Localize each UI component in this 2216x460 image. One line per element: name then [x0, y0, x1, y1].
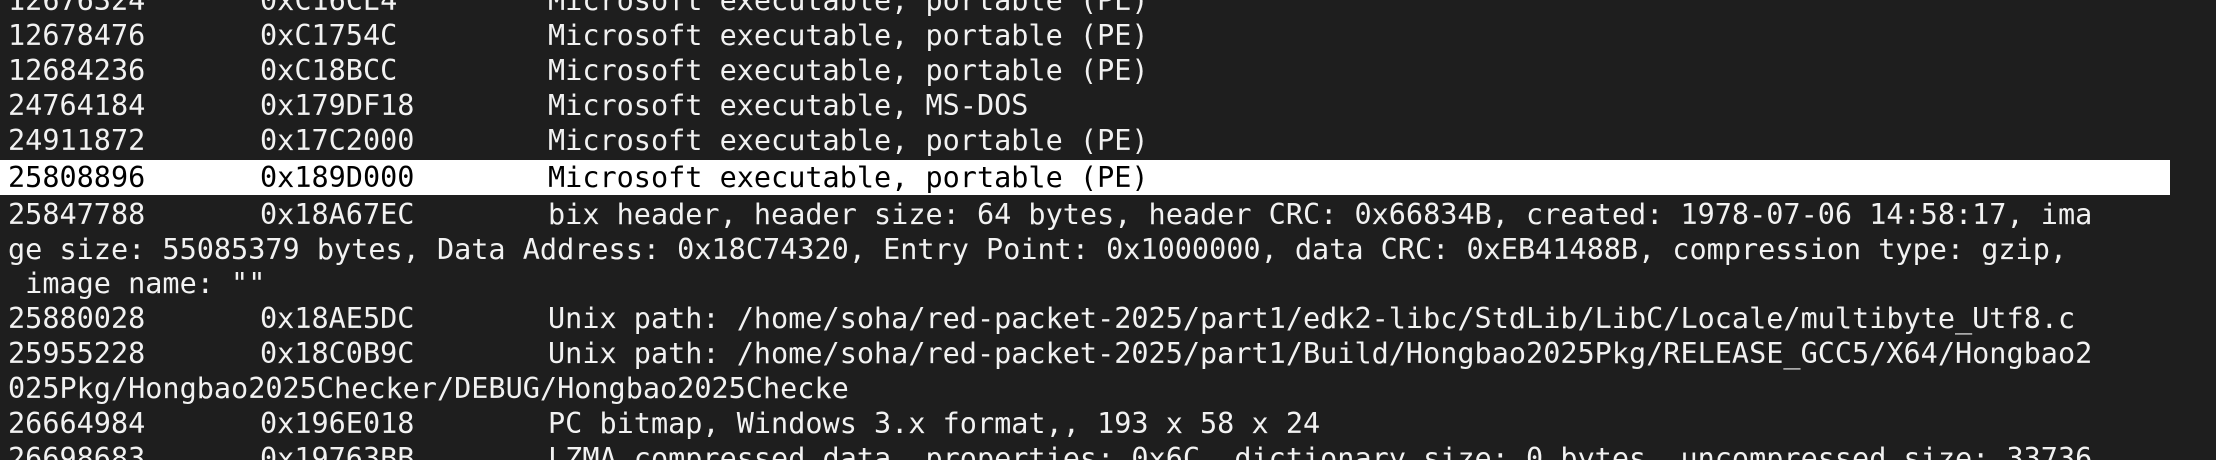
scan-row: 12678476 0xC1754C Microsoft executable, …	[0, 18, 2170, 53]
scan-row: 26698683 0x19763BB LZMA compressed data,…	[0, 441, 2170, 460]
wrapped-line: ge size: 55085379 bytes, Data Address: 0…	[0, 232, 2170, 267]
wrapped-description: ge size: 55085379 bytes, Data Address: 0…	[8, 233, 2068, 266]
wrapped-line: 025Pkg/Hongbao2025Checker/DEBUG/Hongbao2…	[0, 371, 2170, 406]
hex-offset: 0xC1754C	[260, 19, 398, 52]
scan-row: 25955228 0x18C0B9C Unix path: /home/soha…	[0, 336, 2170, 371]
scan-row: 25847788 0x18A67EC bix header, header si…	[0, 197, 2170, 232]
hex-offset: 0x196E018	[260, 407, 415, 440]
scan-row: 12676324 0xC16CE4 Microsoft executable, …	[0, 0, 2170, 18]
hex-offset: 0xC16CE4	[260, 0, 398, 17]
signature-description: Microsoft executable, portable (PE)	[548, 124, 1149, 157]
decimal-offset: 26698683	[8, 442, 146, 460]
hex-offset: 0x18AE5DC	[260, 302, 415, 335]
signature-description: Microsoft executable, portable (PE)	[548, 161, 1149, 194]
hex-offset: 0x189D000	[260, 161, 415, 194]
wrapped-description: 025Pkg/Hongbao2025Checker/DEBUG/Hongbao2…	[8, 372, 849, 405]
decimal-offset: 12676324	[8, 0, 146, 17]
hex-offset: 0x17C2000	[260, 124, 415, 157]
signature-description: Microsoft executable, portable (PE)	[548, 54, 1149, 87]
decimal-offset: 25808896	[8, 161, 146, 194]
signature-description: LZMA compressed data, properties: 0x6C, …	[548, 442, 2093, 460]
decimal-offset: 12684236	[8, 54, 146, 87]
hex-offset: 0x179DF18	[260, 89, 415, 122]
hex-offset: 0xC18BCC	[260, 54, 398, 87]
signature-description: Microsoft executable, portable (PE)	[548, 19, 1149, 52]
terminal-window[interactable]: 12676324 0xC16CE4 Microsoft executable, …	[0, 0, 2216, 460]
scan-row: 24911872 0x17C2000 Microsoft executable,…	[0, 123, 2170, 158]
decimal-offset: 25955228	[8, 337, 146, 370]
decimal-offset: 24911872	[8, 124, 146, 157]
scan-row: 24764184 0x179DF18 Microsoft executable,…	[0, 88, 2170, 123]
hex-offset: 0x18A67EC	[260, 198, 415, 231]
signature-description: PC bitmap, Windows 3.x format,, 193 x 58…	[548, 407, 1321, 440]
hex-offset: 0x19763BB	[260, 442, 415, 460]
signature-description: Unix path: /home/soha/red-packet-2025/pa…	[548, 337, 2093, 370]
selected-scan-row[interactable]: 25808896 0x189D000 Microsoft executable,…	[0, 160, 2170, 195]
scan-row: 26664984 0x196E018 PC bitmap, Windows 3.…	[0, 406, 2170, 441]
signature-description: bix header, header size: 64 bytes, heade…	[548, 198, 2093, 231]
scan-row: 25880028 0x18AE5DC Unix path: /home/soha…	[0, 301, 2170, 336]
signature-description: Unix path: /home/soha/red-packet-2025/pa…	[548, 302, 2076, 335]
wrapped-line: image name: ""	[0, 266, 2170, 301]
decimal-offset: 24764184	[8, 89, 146, 122]
signature-description: Microsoft executable, MS-DOS	[548, 89, 1029, 122]
decimal-offset: 25847788	[8, 198, 146, 231]
scan-row: 12684236 0xC18BCC Microsoft executable, …	[0, 53, 2170, 88]
decimal-offset: 12678476	[8, 19, 146, 52]
decimal-offset: 25880028	[8, 302, 146, 335]
hex-offset: 0x18C0B9C	[260, 337, 415, 370]
wrapped-description: image name: ""	[8, 267, 266, 300]
decimal-offset: 26664984	[8, 407, 146, 440]
signature-description: Microsoft executable, portable (PE)	[548, 0, 1149, 17]
